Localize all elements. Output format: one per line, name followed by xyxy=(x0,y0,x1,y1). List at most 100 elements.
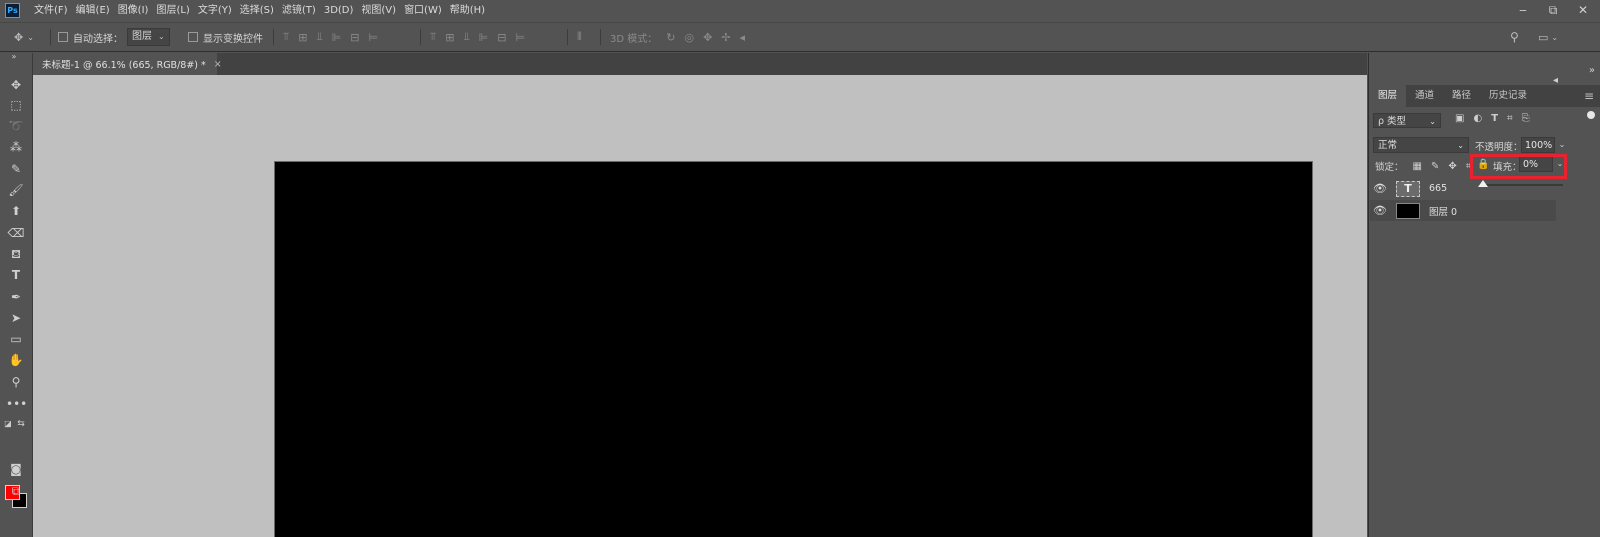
layer-filter-dropdown[interactable]: ρ 类型 ⌄ xyxy=(1373,113,1441,128)
menu-view[interactable]: 视图(V) xyxy=(357,0,400,22)
marquee-tool-icon[interactable]: ⬚ xyxy=(6,96,26,114)
tab-paths[interactable]: 路径 xyxy=(1443,85,1480,107)
opacity-input[interactable]: 100% xyxy=(1521,137,1555,153)
menu-help[interactable]: 帮助(H) xyxy=(446,0,489,22)
lasso-tool-icon[interactable]: ➰ xyxy=(6,117,26,135)
menu-bar: Ps 文件(F) 编辑(E) 图像(I) 图层(L) 文字(Y) 选择(S) 滤… xyxy=(0,0,1600,22)
opacity-chevron-icon[interactable]: ⌄ xyxy=(1557,137,1567,153)
show-transform-checkbox[interactable]: 显示变换控件 xyxy=(188,23,263,51)
menu-file[interactable]: 文件(F) xyxy=(30,0,72,22)
lock-position-icon[interactable]: ✥ xyxy=(1448,161,1456,172)
auto-select-value: 图层 xyxy=(132,31,152,42)
visibility-eye-icon[interactable]: 👁 xyxy=(1370,182,1390,195)
layer-row-fill[interactable]: 👁 图层 0 xyxy=(1370,200,1556,221)
search-button[interactable]: ⚲ xyxy=(1510,23,1519,51)
eraser-tool-icon[interactable]: ⌫ xyxy=(6,224,26,242)
tab-layers[interactable]: 图层 xyxy=(1369,85,1407,107)
eyedropper-tool-icon[interactable]: ✎ xyxy=(6,160,26,178)
quick-select-tool-icon[interactable]: ⁂ xyxy=(6,138,26,156)
default-colors-icon[interactable]: ◪ xyxy=(2,415,14,433)
path-select-tool-icon[interactable]: ➤ xyxy=(6,309,26,327)
filter-type-icon[interactable]: T xyxy=(1491,113,1498,124)
layer-thumbnail: T xyxy=(1396,180,1420,197)
collapse-panels-icon[interactable]: ◂ xyxy=(1553,75,1567,89)
menu-type[interactable]: 文字(Y) xyxy=(194,0,236,22)
chevron-down-icon: ⌄ xyxy=(158,32,165,41)
divider xyxy=(600,29,601,45)
align-right-icon[interactable]: ⊨ xyxy=(368,31,378,44)
distribute-right-icon[interactable]: ⊨ xyxy=(515,31,525,44)
move-icon: ✥ xyxy=(14,30,24,44)
menu-window[interactable]: 窗口(W) xyxy=(400,0,446,22)
distribute-bottom-icon[interactable]: ⫫ xyxy=(463,30,469,44)
paint-bucket-tool-icon[interactable]: ⛾ xyxy=(6,245,26,263)
fill-slider-thumb[interactable] xyxy=(1478,180,1488,187)
lock-image-icon[interactable]: ✎ xyxy=(1431,161,1439,172)
auto-align-icon: ⦀ xyxy=(577,30,582,43)
stamp-tool-icon[interactable]: ⬆ xyxy=(6,202,26,220)
fill-slider-track[interactable] xyxy=(1485,184,1563,186)
document-tab[interactable]: 未标题-1 @ 66.1% (665, RGB/8#) * × xyxy=(33,53,222,75)
filter-smart-object-icon[interactable]: ⎘ xyxy=(1522,113,1530,124)
lock-transparent-icon[interactable]: ▦ xyxy=(1413,161,1422,172)
chevron-down-icon: ⌄ xyxy=(1429,117,1436,126)
menu-image[interactable]: 图像(I) xyxy=(114,0,153,22)
auto-select-dropdown[interactable]: 图层 ⌄ xyxy=(127,23,170,51)
screen-mode-icon[interactable]: ⧉ xyxy=(6,482,26,500)
distribute-vcenter-icon[interactable]: ⊞ xyxy=(445,31,454,44)
zoom-tool-icon[interactable]: ⚲ xyxy=(6,373,26,391)
menu-edit[interactable]: 编辑(E) xyxy=(72,0,114,22)
close-button[interactable]: ✕ xyxy=(1568,0,1598,22)
document-canvas[interactable] xyxy=(275,162,1312,537)
distribute-top-icon[interactable]: ⫪ xyxy=(430,30,436,44)
tab-channels[interactable]: 通道 xyxy=(1406,85,1443,107)
visibility-eye-icon[interactable]: 👁 xyxy=(1370,204,1390,217)
3d-roll-icon[interactable]: ◎ xyxy=(684,31,694,44)
swap-colors-icon[interactable]: ⇆ xyxy=(15,415,27,433)
blend-mode-dropdown[interactable]: 正常 ⌄ xyxy=(1373,137,1469,153)
minimize-button[interactable]: ‒ xyxy=(1508,0,1538,22)
3d-scale-icon[interactable]: ◂ xyxy=(740,31,746,44)
menu-3d[interactable]: 3D(D) xyxy=(320,0,358,22)
more-tools-icon[interactable]: ••• xyxy=(6,395,27,413)
align-top-icon[interactable]: ⫪ xyxy=(283,30,289,44)
menu-select[interactable]: 选择(S) xyxy=(236,0,278,22)
shape-tool-icon[interactable]: ▭ xyxy=(6,330,26,348)
align-bottom-icon[interactable]: ⫫ xyxy=(316,30,322,44)
move-tool-preset[interactable]: ✥ ⌄ xyxy=(14,23,34,51)
layer-row-text[interactable]: 👁 T 665 xyxy=(1370,178,1471,199)
tab-history[interactable]: 历史记录 xyxy=(1480,85,1536,107)
document-tab-title: 未标题-1 @ 66.1% (665, RGB/8#) * xyxy=(42,60,206,71)
3d-slide-icon[interactable]: ✢ xyxy=(721,31,730,44)
hand-tool-icon[interactable]: ✋ xyxy=(6,351,26,369)
align-vcenter-icon[interactable]: ⊞ xyxy=(298,31,307,44)
filter-adjustment-icon[interactable]: ◐ xyxy=(1473,113,1482,124)
menu-layer[interactable]: 图层(L) xyxy=(152,0,193,22)
3d-orbit-icon[interactable]: ↻ xyxy=(666,31,675,44)
auto-select-checkbox[interactable]: 自动选择： xyxy=(58,23,123,51)
type-tool-icon[interactable]: T xyxy=(6,266,26,284)
3d-mode-group: 3D 模式： ↻ ◎ ✥ ✢ ◂ xyxy=(610,23,745,51)
move-tool-icon[interactable]: ✥ xyxy=(6,76,26,94)
distribute-hcenter-icon[interactable]: ⊟ xyxy=(497,31,506,44)
workspace-button[interactable]: ▭ ⌄ xyxy=(1538,23,1558,51)
filter-pixel-icon[interactable]: ▣ xyxy=(1455,113,1464,124)
auto-align-button[interactable]: ⦀ xyxy=(577,23,582,51)
3d-pan-icon[interactable]: ✥ xyxy=(703,31,712,44)
brush-tool-icon[interactable]: 🖌 xyxy=(6,181,26,199)
pen-tool-icon[interactable]: ✒ xyxy=(6,288,26,306)
align-left-icon[interactable]: ⊫ xyxy=(332,31,342,44)
align-buttons: ⫪ ⊞ ⫫ ⊫ ⊟ ⊨ xyxy=(283,23,378,51)
quick-mask-icon[interactable]: ◙ xyxy=(6,460,26,478)
collapse-toolbox-icon[interactable]: » xyxy=(4,53,24,61)
restore-button[interactable]: ⧉ xyxy=(1538,0,1568,22)
panel-menu-icon[interactable]: ≡ xyxy=(1584,85,1594,107)
distribute-buttons: ⫪ ⊞ ⫫ ⊫ ⊟ ⊨ xyxy=(430,23,525,51)
filter-shape-icon[interactable]: ⌗ xyxy=(1507,113,1513,124)
opacity-label: 不透明度： xyxy=(1475,142,1523,153)
menu-filter[interactable]: 滤镜(T) xyxy=(278,0,320,22)
distribute-left-icon[interactable]: ⊫ xyxy=(479,31,489,44)
close-tab-icon[interactable]: × xyxy=(214,59,222,70)
filter-toggle[interactable] xyxy=(1587,111,1595,119)
align-hcenter-icon[interactable]: ⊟ xyxy=(350,31,359,44)
